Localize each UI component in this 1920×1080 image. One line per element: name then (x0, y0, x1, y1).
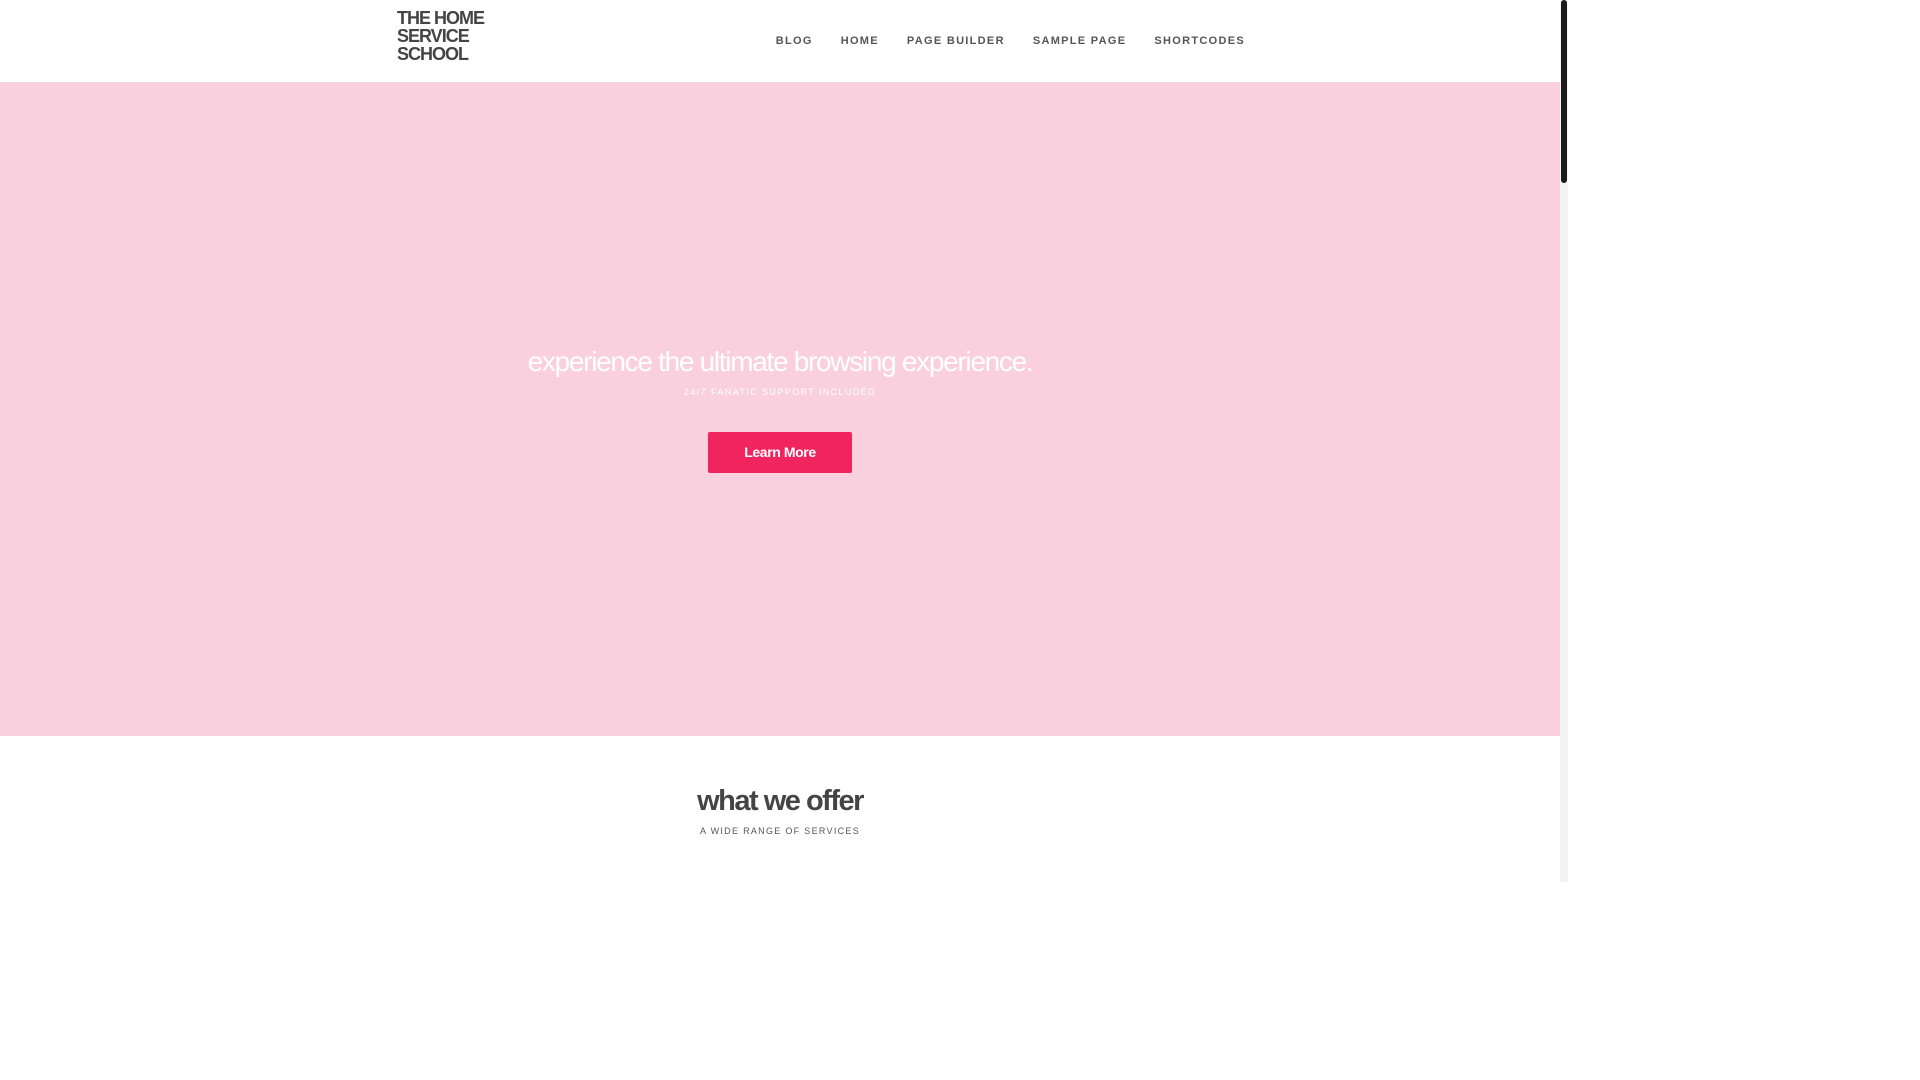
nav-item-page-builder[interactable]: PAGE BUILDER (907, 35, 1005, 48)
nav-item-blog[interactable]: BLOG (776, 35, 813, 48)
nav-item-shortcodes[interactable]: SHORTCODES (1154, 35, 1245, 48)
site-logo[interactable]: THE HOME SERVICE SCHOOL (397, 9, 517, 63)
nav-item-sample-page[interactable]: SAMPLE PAGE (1033, 35, 1127, 48)
logo-line-2: SERVICE (397, 26, 470, 46)
learn-more-button[interactable]: Learn More (708, 432, 852, 473)
hero-section: experience the ultimate browsing experie… (0, 82, 1560, 736)
hero-title: experience the ultimate browsing experie… (527, 346, 1034, 377)
page: THE HOME SERVICE SCHOOL BLOG HOME PAGE B… (0, 0, 1560, 882)
logo-line-1: THE HOME (397, 8, 485, 28)
nav-item-home[interactable]: HOME (841, 35, 879, 48)
offer-subtitle: A WIDE RANGE OF SERVICES (699, 826, 861, 836)
main-nav: BLOG HOME PAGE BUILDER SAMPLE PAGE SHORT… (748, 35, 1245, 48)
page-scrollbar[interactable] (1560, 0, 1568, 882)
scrollbar-thumb[interactable] (1561, 0, 1567, 183)
hero-subtitle: 24/7 FANATIC SUPPORT INCLUDED (683, 387, 877, 397)
logo-line-3: SCHOOL (397, 44, 469, 64)
site-header: THE HOME SERVICE SCHOOL BLOG HOME PAGE B… (0, 0, 1560, 82)
offer-title: what we offer (697, 785, 864, 817)
